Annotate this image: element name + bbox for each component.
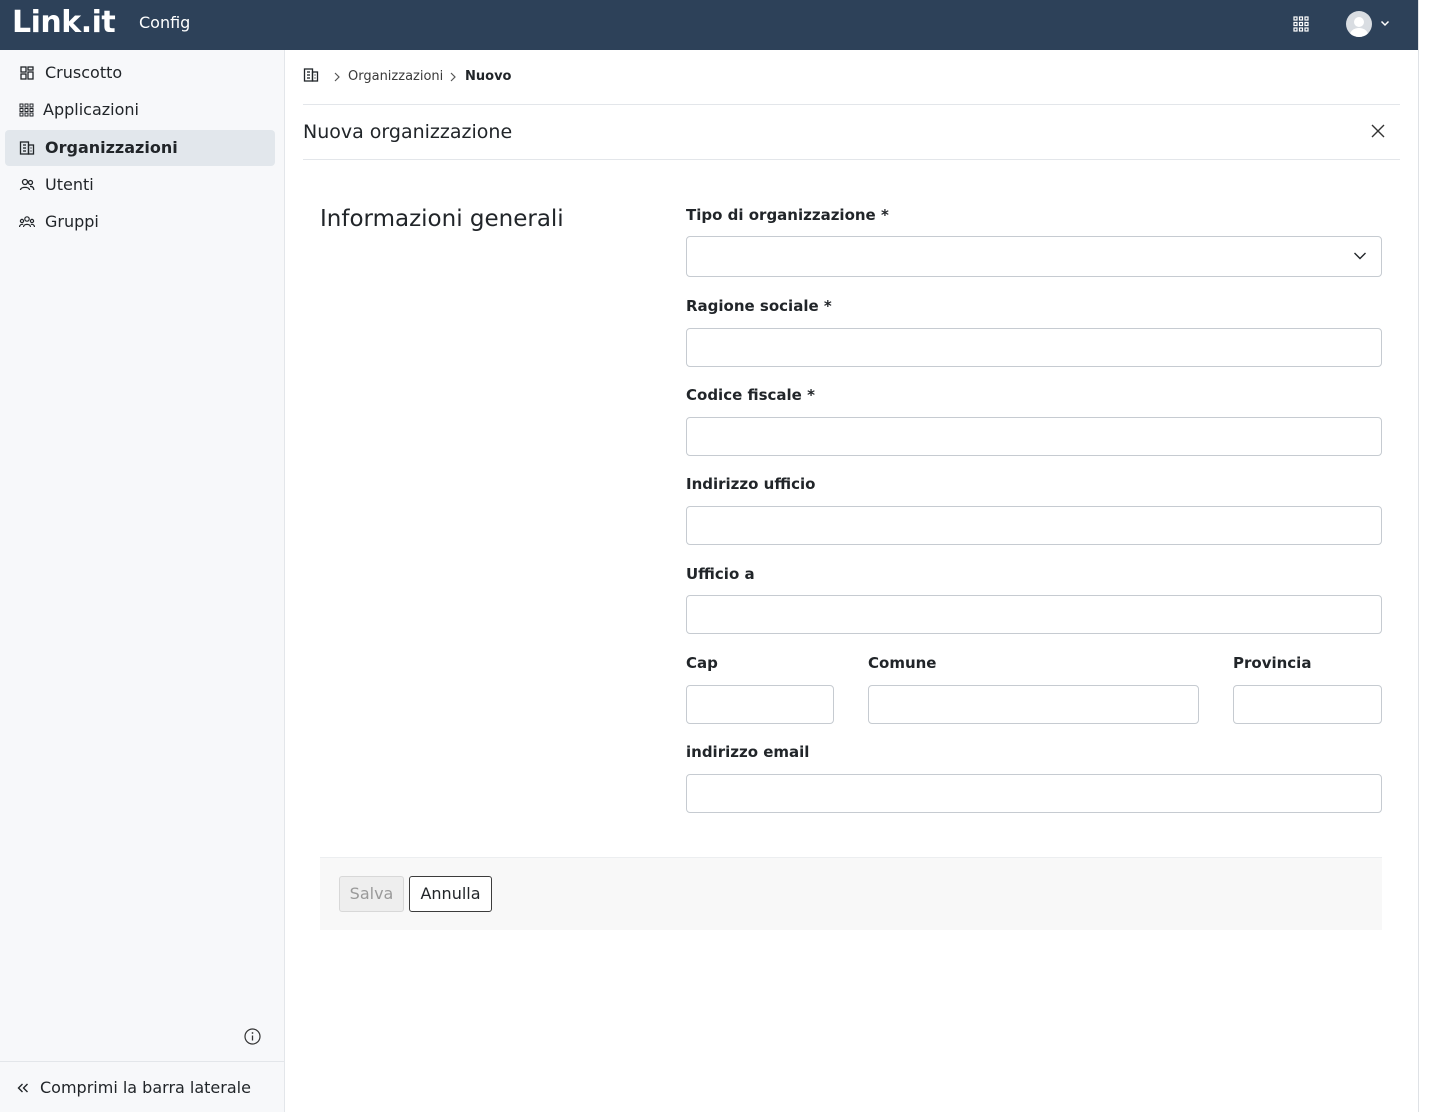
users-icon <box>19 178 35 191</box>
email-input[interactable] <box>686 774 1382 813</box>
logo[interactable]: Link.it <box>12 3 116 43</box>
email-label: indirizzo email <box>686 743 810 761</box>
comune-input[interactable] <box>868 685 1199 724</box>
sidebar-item-label: Utenti <box>45 175 94 194</box>
building-icon <box>19 141 35 155</box>
cancel-button[interactable]: Annulla <box>409 876 492 912</box>
sidebar: Cruscotto Applicazioni Organizzazioni Ut… <box>0 50 285 1112</box>
provincia-input[interactable] <box>1233 685 1382 724</box>
sidebar-item-applicazioni[interactable]: Applicazioni <box>5 92 275 128</box>
apps-grid-icon[interactable] <box>1291 14 1311 34</box>
codice-fiscale-input[interactable] <box>686 417 1382 456</box>
tipo-select[interactable] <box>686 236 1382 277</box>
breadcrumb-current: Nuovo <box>465 69 512 84</box>
divider <box>303 159 1400 160</box>
sidebar-item-label: Gruppi <box>45 212 99 231</box>
sidebar-item-organizzazioni[interactable]: Organizzazioni <box>5 130 275 166</box>
tipo-label: Tipo di organizzazione * <box>686 206 889 224</box>
sidebar-item-label: Organizzazioni <box>45 138 178 157</box>
group-icon <box>19 216 35 228</box>
section-title: Informazioni generali <box>320 206 564 232</box>
breadcrumb-organizzazioni[interactable]: Organizzazioni <box>348 68 443 86</box>
user-menu-button[interactable] <box>1345 11 1393 39</box>
cap-input[interactable] <box>686 685 834 724</box>
sidebar-item-utenti[interactable]: Utenti <box>5 167 275 203</box>
comune-label: Comune <box>868 654 937 672</box>
app-name: Config <box>139 13 191 32</box>
save-button[interactable]: Salva <box>339 876 404 912</box>
window-edge <box>1418 0 1436 1112</box>
close-icon[interactable] <box>1370 123 1386 139</box>
indirizzo-label: Indirizzo ufficio <box>686 475 816 493</box>
chevron-down-icon <box>1380 20 1390 27</box>
sidebar-item-label: Applicazioni <box>43 100 139 119</box>
ragione-sociale-label: Ragione sociale * <box>686 297 832 315</box>
apps-grid-icon <box>19 103 34 117</box>
top-bar: Link.it Config <box>0 0 1418 50</box>
info-icon[interactable] <box>244 1028 261 1045</box>
chevron-right-icon <box>450 72 456 82</box>
collapse-sidebar-button[interactable]: Comprimi la barra laterale <box>0 1062 284 1112</box>
sidebar-item-cruscotto[interactable]: Cruscotto <box>5 55 275 91</box>
codice-fiscale-label: Codice fiscale * <box>686 386 815 404</box>
sidebar-item-label: Cruscotto <box>45 63 123 82</box>
collapse-sidebar-label: Comprimi la barra laterale <box>40 1078 251 1097</box>
dashboard-icon <box>20 66 34 80</box>
double-chevron-left-icon <box>17 1083 28 1093</box>
page-title: Nuova organizzazione <box>303 121 513 143</box>
cap-label: Cap <box>686 654 718 672</box>
divider <box>303 104 1400 105</box>
indirizzo-input[interactable] <box>686 506 1382 545</box>
chevron-right-icon <box>334 72 340 82</box>
ragione-sociale-input[interactable] <box>686 328 1382 367</box>
avatar <box>1346 11 1372 37</box>
chevron-down-icon <box>1354 252 1366 260</box>
ufficio-a-label: Ufficio a <box>686 565 755 583</box>
ufficio-a-input[interactable] <box>686 595 1382 634</box>
sidebar-item-gruppi[interactable]: Gruppi <box>5 204 275 240</box>
provincia-label: Provincia <box>1233 654 1312 672</box>
building-icon[interactable] <box>303 67 319 83</box>
